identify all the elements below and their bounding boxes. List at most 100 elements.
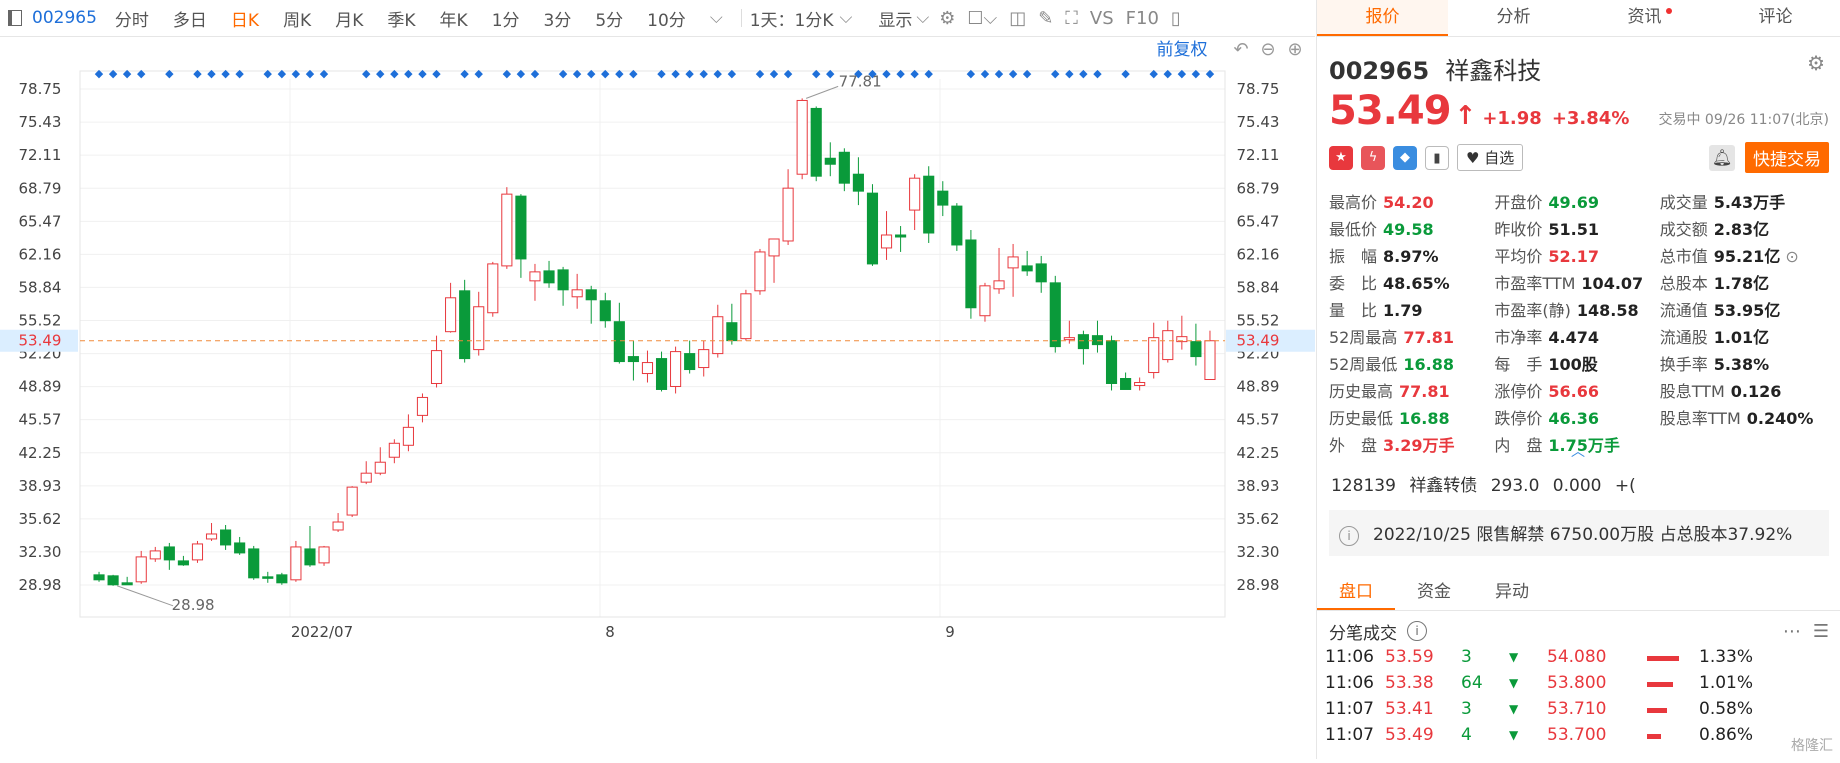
list-icon[interactable]: ☰ [1813,621,1829,642]
settings-gear-icon[interactable]: ⚙ [1807,51,1825,75]
quote-cell: 昨收价 51.51 [1494,216,1659,240]
quote-row: 历史最低 16.88 跌停价 46.36 股息率TTM 0.240% [1329,403,1829,430]
subtab-0[interactable]: 盘口 [1317,574,1395,610]
square-select-icon[interactable]: ☐⌵ [967,8,997,29]
tag-icon[interactable]: ◆ [1393,145,1417,170]
camera-icon[interactable]: ◫ [1009,8,1026,29]
candle-body [740,293,752,340]
signal-dot: ◆ [587,67,596,80]
display-menu[interactable]: 显示 [878,6,912,31]
collapse-chevron-icon[interactable]: ︿ [1571,441,1585,461]
candle-body [1063,337,1075,341]
signal-dot: ◆ [207,67,216,80]
candle-body [360,472,372,483]
undo-icon[interactable]: ↶ [1233,39,1248,60]
more-icon[interactable]: ⋯ [1783,621,1801,642]
zoom-out-icon[interactable]: ⊖ [1260,39,1275,60]
high-annotation-line [805,85,839,99]
interval-select[interactable]: 1天：1分K [750,6,834,31]
info-icon[interactable]: i [1407,621,1427,641]
period-tab[interactable]: 月K [335,6,363,31]
period-tab[interactable]: 3分 [544,6,572,31]
subtab-2[interactable]: 异动 [1473,574,1551,610]
quote-label: 总股本 [1659,273,1708,293]
bell-icon[interactable]: 🔔︎ [1709,144,1735,171]
convertible-bond-row[interactable]: 128139 祥鑫转债 293.0 0.000 +( [1317,471,1840,496]
tab-label: 评论 [1758,7,1793,27]
kline-chart-area[interactable]: 78.75 78.75 75.43 75.43 72.11 72.11 68.79 68.79… [0,37,1315,759]
signal-dot: ◆ [756,67,765,80]
quick-trade-button[interactable]: 快捷交易 [1745,142,1829,173]
quote-value: 0.240% [1746,408,1814,428]
restore-right-label[interactable]: 前复权 [1157,40,1208,60]
tick-row: 11:07 53.49 4 ▼ 53.700 0.86% [1321,725,1840,751]
candle-body [1120,378,1132,390]
sidebar-toggle-icon[interactable]: ▯ [1171,8,1181,29]
zoom-in-icon[interactable]: ⊕ [1287,39,1302,60]
signal-dot: ◆ [671,67,680,80]
candle-body [557,269,569,291]
quote-label: 成交量 [1659,192,1708,212]
bookmark-icon[interactable]: ▮ [1425,145,1449,170]
lightning-icon[interactable]: ϟ [1361,145,1385,170]
tick-price: 53.59 [1385,647,1434,667]
candle-body [599,300,611,322]
add-watchlist-button[interactable]: ♥ 自选 [1457,144,1524,171]
candle-body [1007,256,1019,269]
y-tick-label-right: 48.89 [1237,378,1280,396]
f10-button[interactable]: F10 [1126,8,1159,29]
period-tab[interactable]: 10分 [647,6,686,31]
signal-dot: ◆ [531,67,540,80]
candle-body [276,574,288,584]
period-tab[interactable]: 5分 [595,6,623,31]
quote-row: 52周最低 16.88 每 手 100股 换手率 5.38% [1329,349,1829,376]
down-triangle-icon: ▼ [1509,676,1519,690]
quote-label: 成交额 [1659,219,1708,239]
y-tick-label-right: 38.93 [1237,477,1280,495]
period-tab[interactable]: 年K [440,6,468,31]
vs-compare-button[interactable]: VS [1090,8,1114,29]
chevron-down-icon[interactable]: ⌵ [839,8,852,28]
panel-toggle-icon[interactable] [8,10,22,26]
tab-2[interactable]: 资讯 [1579,0,1710,36]
tab-label: 资讯 [1627,7,1662,27]
candle-body [135,556,147,583]
quote-label: 每 手 [1494,354,1543,374]
signal-dot: ◆ [376,67,385,80]
period-tab[interactable]: 周K [283,6,311,31]
chevron-down-icon[interactable]: ⌵ [916,8,929,28]
candle-body [895,234,907,238]
candle-body [515,195,527,260]
quote-tabs: 报价 分析 资讯 评论 [1317,0,1840,37]
draw-pen-icon[interactable]: ✎ [1038,8,1053,29]
more-circle-icon[interactable]: ⊙ [1780,247,1798,266]
period-tab[interactable]: 分时 [115,6,149,31]
fullscreen-icon[interactable]: ⛶ [1065,8,1078,29]
tab-0[interactable]: 报价 [1317,0,1448,36]
period-tab[interactable]: 多日 [173,6,207,31]
candle-body [543,270,555,284]
quote-row: 52周最高 77.81 市净率 4.474 流通股 1.01亿 [1329,322,1829,349]
period-tab[interactable]: 1分 [492,6,520,31]
settings-gear-icon[interactable]: ⚙ [939,8,955,29]
candle-body [1204,340,1216,381]
kline-chart[interactable]: 78.75 78.75 75.43 75.43 72.11 72.11 68.79 68.79… [0,37,1315,759]
candle-body [248,548,260,579]
china-flag-icon[interactable]: ★ [1329,145,1353,170]
quote-label: 历史最低 [1329,408,1394,428]
toolbar-stock-code[interactable]: 002965 [32,8,97,28]
trade-status: 交易中 09/26 11:07(北京) [1658,112,1829,128]
period-more-icon[interactable]: ⌵ [710,8,723,28]
tab-3[interactable]: 评论 [1710,0,1840,36]
quote-label: 平均价 [1494,246,1543,266]
y-tick-label-right: 58.84 [1237,278,1280,296]
quote-grid: 最高价 54.20 开盘价 49.69 成交量 5.43万手 最低价 49.58 昨收价 51.5… [1329,187,1829,457]
y-tick-label-left: 48.89 [19,378,62,396]
candle-body [177,560,189,566]
period-tab[interactable]: 日K [231,6,259,31]
period-tab[interactable]: 季K [387,6,415,31]
tab-1[interactable]: 分析 [1448,0,1579,36]
subtab-1[interactable]: 资金 [1395,574,1473,610]
lockup-notice[interactable]: i 2022/10/25 限售解禁 6750.00万股 占总股本37.92% [1329,510,1829,556]
candle-body [571,289,583,298]
